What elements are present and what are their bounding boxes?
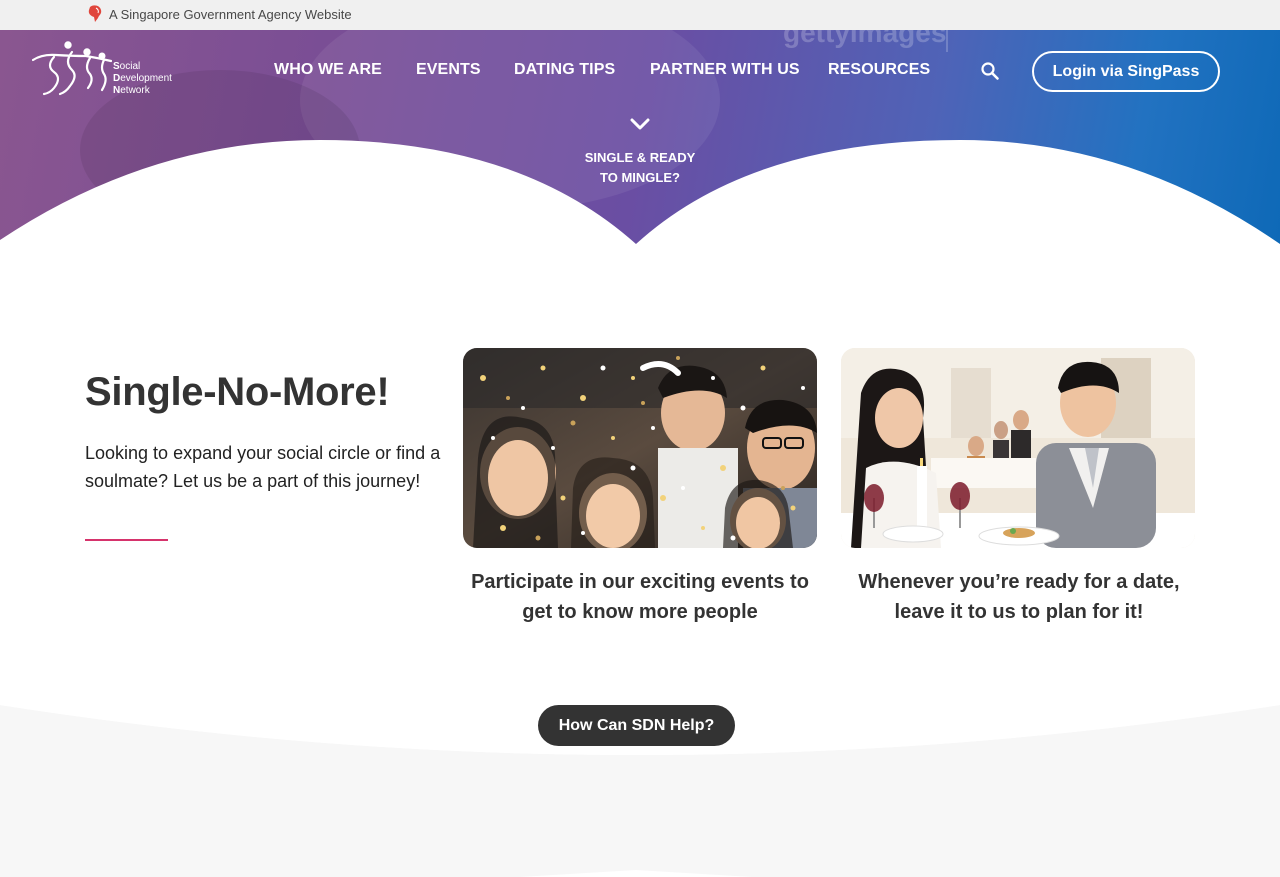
nav-events[interactable]: EVENTS [416, 61, 481, 79]
search-icon[interactable] [979, 60, 1001, 82]
page-title: Single-No-More! [85, 370, 390, 414]
events-caption[interactable]: Participate in our exciting events to ge… [455, 567, 825, 627]
accent-divider [85, 539, 168, 541]
sdn-logo-figures [32, 41, 112, 96]
login-singpass-button[interactable]: Login via SingPass [1032, 51, 1220, 92]
scroll-prompt-line1: SINGLE & READY [584, 150, 696, 165]
sdn-logo[interactable]: Social Development Network [32, 40, 192, 98]
intro-text: Looking to expand your social circle or … [85, 443, 441, 491]
chevron-down-icon[interactable] [629, 117, 651, 131]
dinner-date-photo [841, 348, 1195, 548]
date-caption[interactable]: Whenever you’re ready for a date, leave … [834, 567, 1204, 627]
nav-who-we-are[interactable]: WHO WE ARE [274, 61, 382, 79]
nav-partner-with-us[interactable]: PARTNER WITH US [650, 61, 800, 79]
scroll-prompt[interactable]: SINGLE & READY TO MINGLE? [560, 148, 720, 188]
nav-dating-tips[interactable]: DATING TIPS [514, 61, 615, 79]
events-image[interactable] [463, 348, 817, 548]
scroll-prompt-line2: TO MINGLE? [600, 170, 680, 185]
how-can-sdn-help-button[interactable]: How Can SDN Help? [538, 705, 735, 746]
party-photo [463, 348, 817, 548]
nav-resources[interactable]: RESOURCES [828, 61, 930, 79]
date-image[interactable] [841, 348, 1195, 548]
logo-wordmark: Social Development Network [113, 61, 172, 96]
